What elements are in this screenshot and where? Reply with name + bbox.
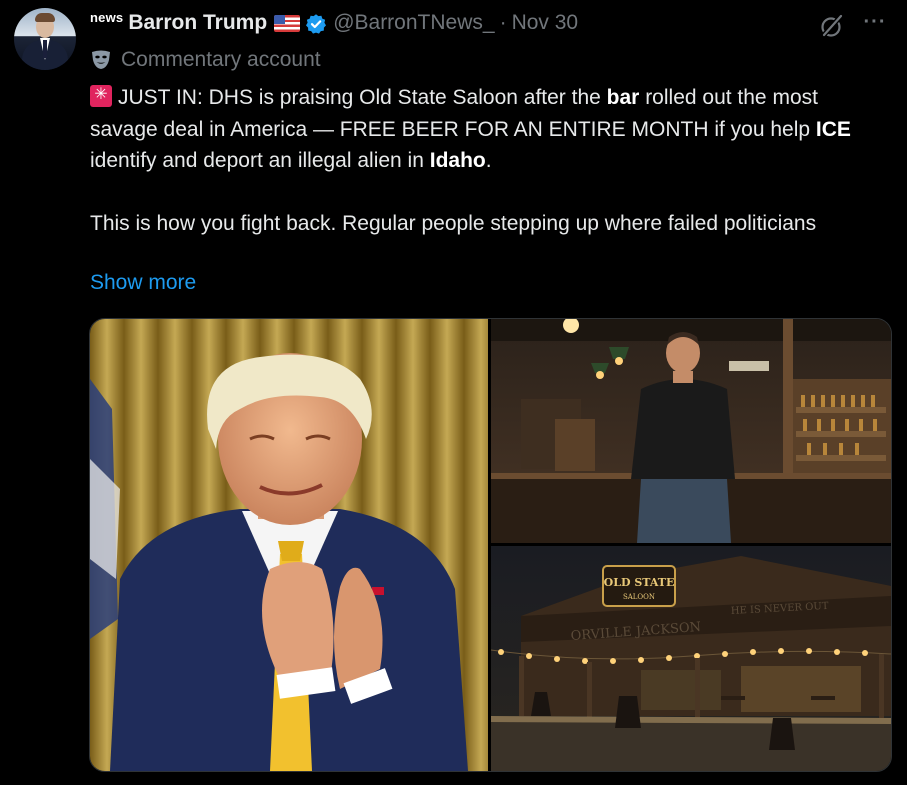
display-name[interactable]: Barron Trump <box>128 11 267 35</box>
avatar-tie <box>43 40 47 58</box>
tweet-text: JUST IN: DHS is praising Old State Saloo… <box>90 82 890 240</box>
author-avatar[interactable] <box>14 8 76 70</box>
show-more-link[interactable]: Show more <box>90 267 196 298</box>
tweet-header: news Barron Trump @BarronTNews_ · Nov 30 <box>90 9 578 37</box>
grok-icon[interactable] <box>819 13 845 39</box>
media-photo-saloon-interior[interactable] <box>491 319 891 543</box>
us-flag-icon <box>274 14 301 32</box>
more-options-icon[interactable]: ··· <box>860 11 890 37</box>
theater-masks-icon <box>92 50 110 69</box>
tweet-paragraph-2: This is how you fight back. Regular peop… <box>90 212 817 235</box>
separator-dot: · <box>499 11 507 34</box>
author-handle[interactable]: @BarronTNews_ <box>333 11 494 35</box>
media-photo-saloon-exterior[interactable]: OLD STATE SALOON ORVILLE JACKSON HE IS N… <box>491 546 891 771</box>
avatar-hair <box>35 13 55 22</box>
saloon-sign-subtext: SALOON <box>623 593 655 601</box>
hashtag-idaho: Idaho <box>429 149 486 172</box>
tweet-paragraph-1: JUST IN: DHS is praising Old State Saloo… <box>90 82 890 177</box>
hashtag-bar: bar <box>606 86 640 109</box>
tweet-timestamp[interactable]: Nov 30 <box>512 11 579 35</box>
account-label[interactable]: Commentary account <box>90 46 321 74</box>
media-grid: OLD STATE SALOON ORVILLE JACKSON HE IS N… <box>89 318 892 772</box>
rotating-light-icon <box>90 84 112 107</box>
hashtag-ice: ICE <box>815 117 851 141</box>
label-text: Commentary account <box>121 48 321 71</box>
saloon-sign-text: OLD STATE <box>604 576 675 589</box>
media-photo-clapping[interactable] <box>90 319 488 771</box>
tweet: news Barron Trump @BarronTNews_ · Nov 30… <box>0 0 907 785</box>
news-badge: news <box>90 9 124 25</box>
verified-badge-icon[interactable] <box>305 13 327 35</box>
